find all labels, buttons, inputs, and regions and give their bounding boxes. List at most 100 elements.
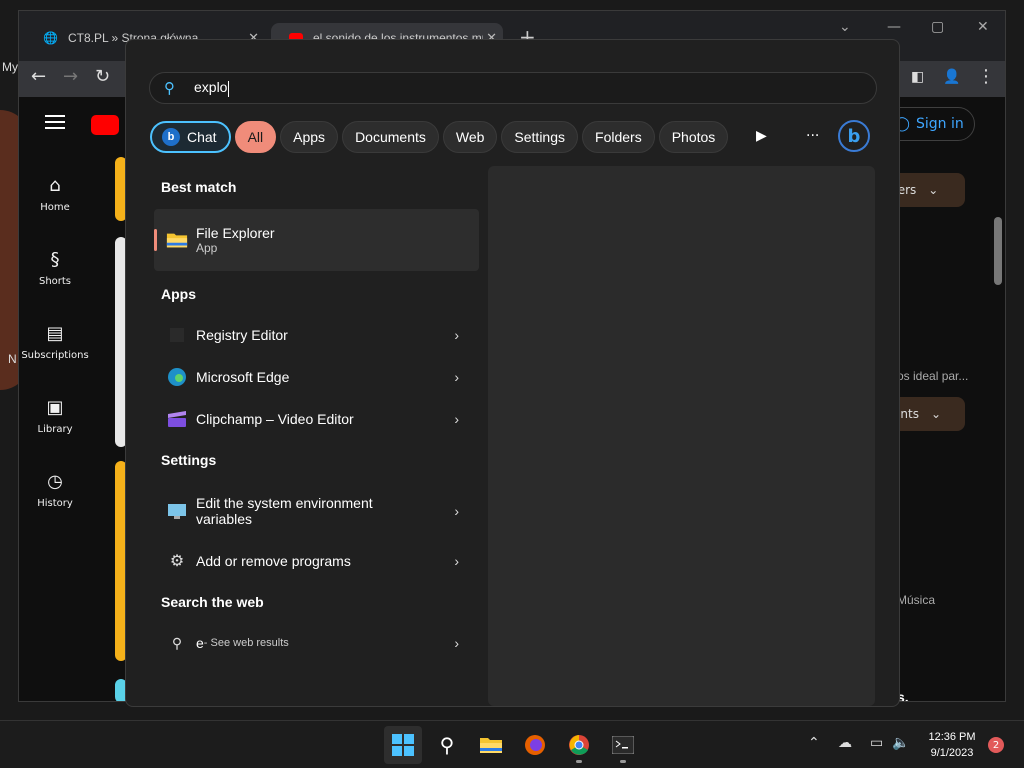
shorts-icon: § xyxy=(50,249,60,270)
filter-chat[interactable]: b Chat xyxy=(150,121,231,153)
app-clipchamp[interactable]: Clipchamp – Video Editor › xyxy=(154,407,479,431)
filter-apps[interactable]: Apps xyxy=(280,121,339,153)
result-name: Add or remove programs xyxy=(196,553,351,569)
result-name: Clipchamp – Video Editor xyxy=(196,411,354,427)
firefox-icon[interactable] xyxy=(516,726,554,764)
search-taskbar-icon[interactable]: ⚲ xyxy=(428,726,466,764)
subscriptions-icon: ▤ xyxy=(46,323,64,344)
gear-icon: ⚙ xyxy=(169,553,185,570)
back-icon[interactable]: ← xyxy=(31,66,46,87)
clock-date: 9/1/2023 xyxy=(930,747,974,759)
filter-photos[interactable]: Photos xyxy=(658,121,729,153)
text-caret xyxy=(228,80,230,97)
profile-icon[interactable]: 👤 xyxy=(943,69,960,85)
yt-nav-subscriptions[interactable]: ▤ Subscriptions xyxy=(19,323,91,361)
play-more-filters-icon[interactable]: ▶ xyxy=(756,128,767,144)
start-search-flyout: ⚲ explo b Chat All Apps Documents Web Set… xyxy=(125,39,900,707)
result-name: Microsoft Edge xyxy=(196,369,290,385)
maximize-button[interactable]: ▢ xyxy=(931,19,944,35)
minimize-button[interactable]: — xyxy=(887,19,901,35)
filter-label: Documents xyxy=(355,129,426,145)
search-icon: ⚲ xyxy=(171,634,183,651)
setting-environment-variables[interactable]: Edit the system environment variables › xyxy=(154,490,479,532)
bing-icon[interactable]: b xyxy=(838,120,870,152)
setting-add-remove-programs[interactable]: ⚙ Add or remove programs › xyxy=(154,549,479,573)
video-snippet: os ideal par... xyxy=(897,369,969,383)
chevron-right-icon[interactable]: › xyxy=(454,553,459,569)
section-apps: Apps xyxy=(161,286,196,302)
filter-folders[interactable]: Folders xyxy=(582,121,655,153)
result-name: Registry Editor xyxy=(196,327,288,343)
history-icon: ◷ xyxy=(47,471,63,492)
clock-time: 12:36 PM xyxy=(928,731,976,743)
yt-nav-home[interactable]: ⌂ Home xyxy=(19,175,91,213)
registry-editor-icon xyxy=(166,324,188,346)
best-match-file-explorer[interactable]: File Explorer App xyxy=(154,209,479,271)
notification-badge[interactable]: 2 xyxy=(988,737,1004,753)
microsoft-edge-icon xyxy=(166,366,188,388)
network-icon[interactable]: ▭ xyxy=(870,735,883,751)
file-explorer-taskbar-icon[interactable] xyxy=(472,726,510,764)
app-registry-editor[interactable]: Registry Editor › xyxy=(154,323,479,347)
chevron-right-icon[interactable]: › xyxy=(454,635,459,651)
yt-nav-history[interactable]: ◷ History xyxy=(19,471,91,509)
chrome-icon[interactable] xyxy=(560,726,598,764)
chevron-right-icon[interactable]: › xyxy=(454,411,459,427)
youtube-logo[interactable] xyxy=(91,115,119,135)
nav-label: Shorts xyxy=(38,276,72,287)
more-options-icon[interactable]: ··· xyxy=(806,128,819,144)
filter-settings[interactable]: Settings xyxy=(501,121,579,153)
query-text: explo xyxy=(194,79,228,96)
app-microsoft-edge[interactable]: Microsoft Edge › xyxy=(154,365,479,389)
close-window-button[interactable]: ✕ xyxy=(977,19,989,35)
search-filters: b Chat All Apps Documents Web Settings Fo… xyxy=(150,121,729,153)
chevron-right-icon[interactable]: › xyxy=(454,327,459,343)
preview-pane xyxy=(488,166,875,706)
filter-label: Folders xyxy=(595,129,642,145)
desktop-icon-label[interactable]: N xyxy=(8,352,17,366)
filter-label: Web xyxy=(455,129,485,145)
search-icon: ⚲ xyxy=(164,79,175,97)
forward-icon[interactable]: → xyxy=(63,66,78,87)
filter-label: Chat xyxy=(187,129,217,145)
web-suffix: - See web results xyxy=(203,637,289,649)
taskbar: ⚲ ⌃ ☁ ▭ 🔈 12:36 PM 9/1/2023 2 xyxy=(0,720,1024,768)
tab-search-icon[interactable]: ⌄ xyxy=(839,19,851,35)
start-button[interactable] xyxy=(384,726,422,764)
file-explorer-icon xyxy=(166,229,188,251)
home-icon: ⌂ xyxy=(49,175,61,196)
filter-all[interactable]: All xyxy=(234,121,277,153)
filter-documents[interactable]: Documents xyxy=(342,121,439,153)
section-settings: Settings xyxy=(161,452,217,468)
filter-label: Photos xyxy=(671,129,716,145)
scrollbar-thumb[interactable] xyxy=(994,217,1002,285)
menu-icon[interactable]: ⋮ xyxy=(977,66,995,87)
reload-icon[interactable]: ↻ xyxy=(95,66,110,87)
search-query[interactable]: explo xyxy=(194,79,230,97)
sign-in-label: Sign in xyxy=(915,116,964,132)
nav-label: History xyxy=(37,498,73,509)
search-input[interactable]: ⚲ explo xyxy=(149,72,877,104)
show-hidden-icons-chevron-icon[interactable]: ⌃ xyxy=(808,735,820,751)
chevron-right-icon[interactable]: › xyxy=(454,503,459,519)
chevron-right-icon[interactable]: › xyxy=(454,369,459,385)
desktop-icon-label[interactable]: My xyxy=(2,60,18,74)
hamburger-menu-icon[interactable] xyxy=(45,115,65,129)
result-type: App xyxy=(196,241,218,255)
yt-nav-library[interactable]: ▣ Library xyxy=(19,397,91,435)
volume-icon[interactable]: 🔈 xyxy=(892,735,909,751)
filter-web[interactable]: Web xyxy=(442,121,498,153)
web-search-result[interactable]: ⚲ e - See web results › xyxy=(154,631,479,655)
clock[interactable]: 12:36 PM 9/1/2023 xyxy=(920,729,984,761)
chevron-down-icon: ⌄ xyxy=(928,183,939,197)
nav-label: Subscriptions xyxy=(21,350,89,361)
terminal-icon[interactable] xyxy=(604,726,642,764)
bing-chat-icon: b xyxy=(162,128,180,146)
result-name: File Explorer xyxy=(196,225,275,241)
chevron-down-icon: ⌄ xyxy=(930,407,942,421)
side-panel-icon[interactable]: ◧ xyxy=(911,69,924,85)
onedrive-icon[interactable]: ☁ xyxy=(838,735,852,751)
yt-nav-shorts[interactable]: § Shorts xyxy=(19,249,91,287)
result-name-line2: variables xyxy=(196,511,253,527)
windows-logo-icon xyxy=(392,734,414,756)
